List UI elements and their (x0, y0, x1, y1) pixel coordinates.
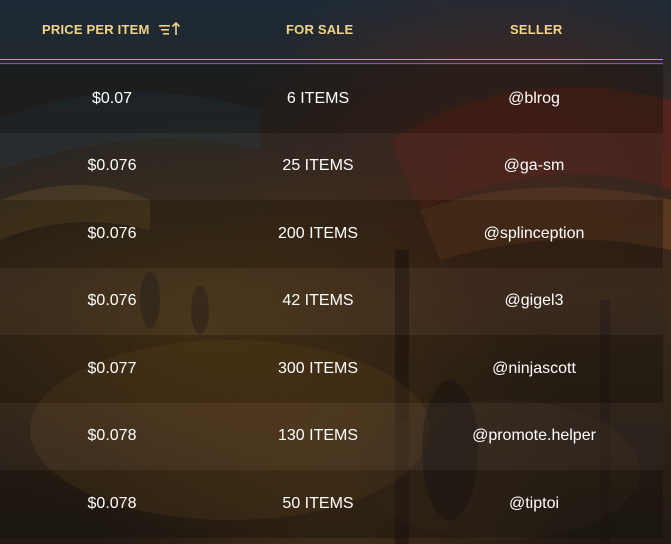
for-sale-cell: 200 ITEMS (277, 224, 359, 242)
price-cell: $0.077 (87, 359, 137, 377)
price-cell: $0.076 (87, 157, 137, 175)
sort-ascending-icon[interactable] (158, 19, 184, 39)
table-row[interactable]: $0.077 300 ITEMS @ninjascott (0, 335, 663, 403)
listing-rows: $0.07 6 ITEMS @blrog $0.076 25 ITEMS @ga… (0, 65, 663, 538)
for-sale-cell: 130 ITEMS (277, 427, 359, 445)
price-cell: $0.078 (87, 494, 137, 512)
seller-cell[interactable]: @splinception (484, 225, 585, 243)
table-row[interactable]: $0.078 50 ITEMS @tiptoi (0, 470, 663, 538)
table-row[interactable]: $0.07 6 ITEMS @blrog (0, 65, 663, 133)
table-row[interactable]: $0.076 25 ITEMS @ga-sm (0, 132, 663, 200)
header-divider-top (0, 59, 663, 60)
market-listings-table: PRICE PER ITEM FOR SALE SELLER $0.07 6 I… (0, 0, 671, 544)
for-sale-cell: 25 ITEMS (282, 157, 354, 175)
for-sale-cell: 50 ITEMS (282, 494, 354, 512)
for-sale-cell: 42 ITEMS (282, 292, 354, 310)
table-row[interactable]: $0.076 200 ITEMS @splinception (0, 200, 663, 268)
price-cell: $0.07 (91, 89, 133, 107)
seller-cell[interactable]: @ninjascott (492, 360, 576, 378)
column-header-price[interactable]: PRICE PER ITEM (42, 22, 150, 37)
column-header-seller[interactable]: SELLER (510, 22, 562, 37)
table-header: PRICE PER ITEM FOR SALE SELLER (0, 0, 663, 60)
seller-cell[interactable]: @blrog (508, 90, 560, 108)
seller-cell[interactable]: @promote.helper (472, 427, 596, 445)
header-divider-bottom (0, 63, 663, 64)
price-cell: $0.076 (87, 224, 137, 242)
price-cell: $0.078 (87, 427, 137, 445)
for-sale-cell: 6 ITEMS (286, 89, 350, 107)
sort-ascending-icon-graphic (159, 21, 181, 35)
seller-cell[interactable]: @ga-sm (504, 157, 565, 175)
column-header-for-sale[interactable]: FOR SALE (286, 22, 353, 37)
seller-cell[interactable]: @gigel3 (505, 292, 564, 310)
table-row[interactable]: $0.078 130 ITEMS @promote.helper (0, 402, 663, 470)
seller-cell[interactable]: @tiptoi (509, 495, 559, 513)
for-sale-cell: 300 ITEMS (277, 359, 359, 377)
price-cell: $0.076 (87, 292, 137, 310)
table-row[interactable]: $0.076 42 ITEMS @gigel3 (0, 267, 663, 335)
